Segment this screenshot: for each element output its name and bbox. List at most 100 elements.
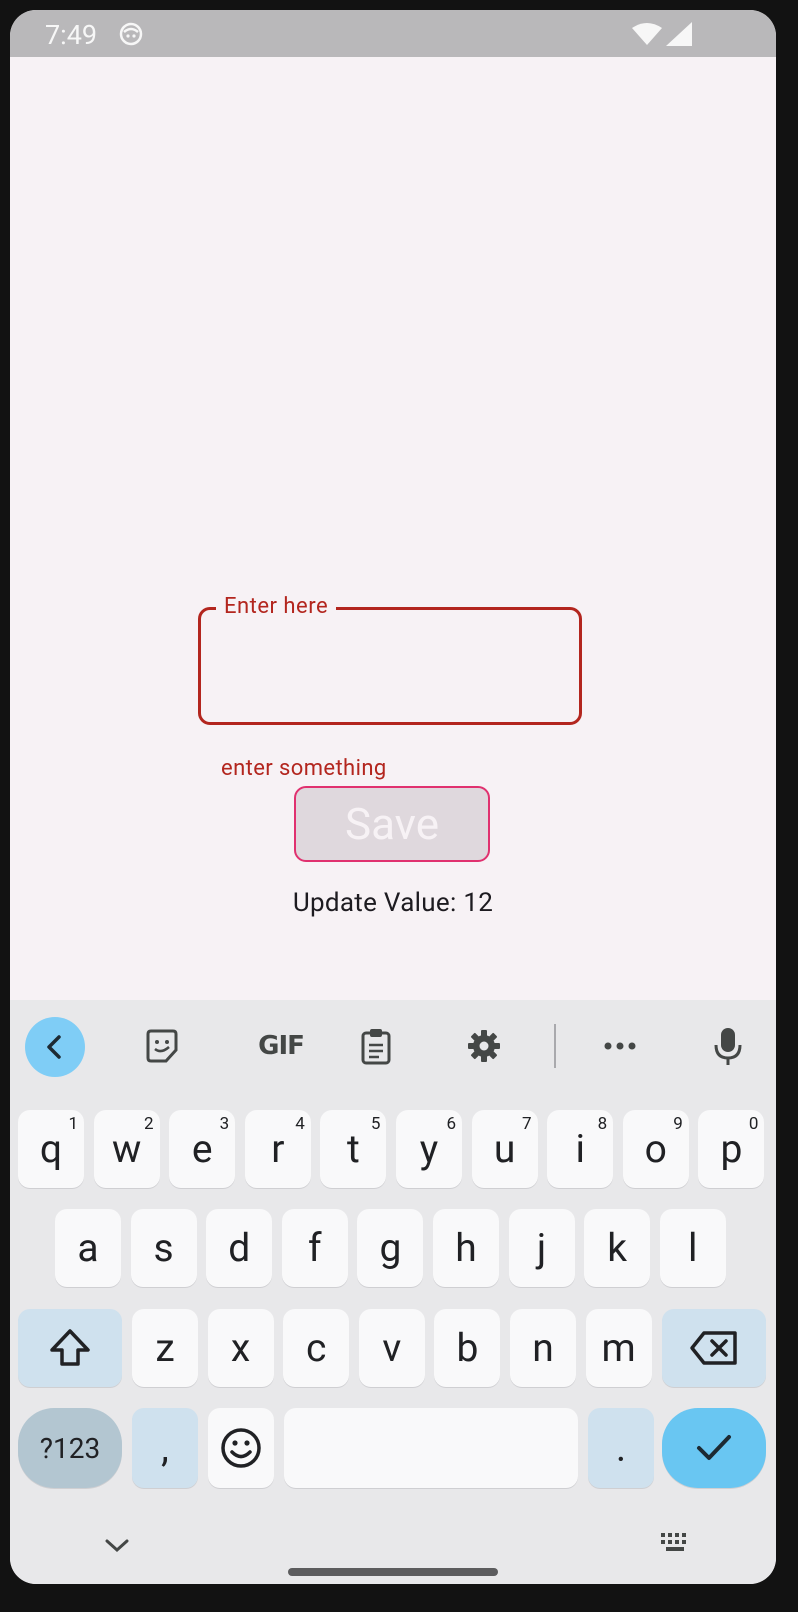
key-p[interactable]: p0	[698, 1110, 765, 1188]
check-icon	[697, 1435, 731, 1460]
key-number-hint: 7	[522, 1114, 532, 1134]
key-label: z	[155, 1325, 175, 1371]
period-key[interactable]: .	[588, 1408, 654, 1488]
text-field-label: Enter here	[216, 593, 337, 621]
key-e[interactable]: e3	[169, 1110, 236, 1188]
key-a[interactable]: a	[55, 1209, 121, 1287]
key-label: n	[532, 1325, 554, 1371]
status-time: 7:49	[45, 19, 98, 51]
sticker-button[interactable]	[140, 1024, 184, 1068]
toolbar-divider	[554, 1024, 556, 1068]
key-label: r	[271, 1126, 285, 1172]
backspace-key[interactable]	[662, 1309, 766, 1387]
key-label: w	[111, 1126, 142, 1172]
key-r[interactable]: r4	[244, 1110, 311, 1188]
key-label: v	[382, 1325, 402, 1371]
key-j[interactable]: j	[508, 1209, 575, 1287]
sticker-icon	[146, 1029, 178, 1063]
key-label: h	[455, 1225, 477, 1271]
key-label: k	[607, 1225, 628, 1271]
key-label: s	[153, 1225, 174, 1271]
key-w[interactable]: w2	[93, 1110, 160, 1188]
key-label: q	[39, 1126, 63, 1172]
key-b[interactable]: b	[434, 1309, 501, 1387]
key-x[interactable]: x	[207, 1309, 274, 1387]
key-u[interactable]: u7	[471, 1110, 538, 1188]
keyboard-back-button[interactable]	[25, 1017, 85, 1077]
hide-keyboard-chevron-icon[interactable]	[102, 1536, 132, 1556]
settings-icon	[468, 1030, 500, 1062]
key-k[interactable]: k	[584, 1209, 651, 1287]
key-s[interactable]: s	[130, 1209, 197, 1287]
error-message: enter something	[221, 756, 387, 781]
status-bar: 7:49	[10, 10, 776, 57]
enter-key[interactable]	[662, 1408, 766, 1488]
key-number-hint: 9	[673, 1114, 683, 1134]
backspace-icon	[690, 1331, 737, 1365]
gif-icon: GIF	[258, 1031, 305, 1061]
more-button[interactable]	[598, 1024, 642, 1068]
clipboard-icon	[361, 1029, 391, 1065]
update-value-text: Update Value: 12	[292, 888, 494, 918]
key-label: p	[720, 1126, 743, 1172]
key-number-hint: 2	[144, 1114, 154, 1134]
key-label: t	[347, 1126, 360, 1172]
key-label: o	[644, 1126, 667, 1172]
key-v[interactable]: v	[358, 1309, 425, 1387]
key-q[interactable]: q1	[18, 1110, 84, 1188]
phone-screen: 7:49 Enter here enter something Save Upd…	[10, 10, 776, 1584]
wifi-icon	[632, 23, 662, 45]
comma-key[interactable]: ,	[132, 1408, 198, 1488]
key-label: b	[456, 1325, 479, 1371]
key-number-hint: 3	[219, 1114, 230, 1134]
key-number-hint: 5	[370, 1114, 381, 1134]
settings-button[interactable]	[462, 1024, 506, 1068]
soft-keyboard: GIF ?123 , . q 1 w 2 e 3 r 4 t 5 y 6 u 7…	[10, 1000, 776, 1584]
key-label: y	[419, 1126, 439, 1172]
key-g[interactable]: g	[357, 1209, 424, 1287]
key-c[interactable]: c	[283, 1309, 350, 1387]
gif-button[interactable]: GIF	[246, 1024, 316, 1068]
save-button[interactable]: Save	[294, 786, 490, 862]
key-label: l	[688, 1225, 698, 1271]
key-label: j	[536, 1225, 547, 1271]
mic-icon	[714, 1028, 742, 1065]
key-label: e	[191, 1126, 213, 1172]
key-label: a	[77, 1225, 99, 1271]
emoji-icon	[221, 1428, 261, 1468]
key-h[interactable]: h	[433, 1209, 499, 1287]
gesture-handle[interactable]	[288, 1568, 498, 1576]
key-label: x	[230, 1325, 251, 1371]
emoji-key[interactable]	[208, 1408, 274, 1488]
key-z[interactable]: z	[132, 1309, 198, 1387]
signal-icon	[666, 22, 692, 46]
key-number-hint: 4	[295, 1114, 305, 1134]
key-i[interactable]: i8	[547, 1110, 614, 1188]
keyboard-switch-icon[interactable]	[660, 1532, 692, 1554]
symbols-key[interactable]: ?123	[18, 1408, 122, 1488]
key-number-hint: 6	[446, 1114, 456, 1134]
key-d[interactable]: d	[206, 1209, 273, 1287]
key-label: m	[601, 1325, 636, 1371]
key-label: u	[493, 1126, 516, 1172]
key-o[interactable]: o9	[622, 1110, 689, 1188]
shift-icon	[50, 1329, 90, 1366]
key-label: i	[575, 1126, 585, 1172]
key-n[interactable]: n	[510, 1309, 576, 1387]
key-l[interactable]: l	[659, 1209, 726, 1287]
mic-button[interactable]	[706, 1024, 750, 1068]
more-icon	[604, 1042, 636, 1050]
key-label: g	[379, 1225, 402, 1271]
key-number-hint: 1	[68, 1114, 78, 1134]
app-notification-icon	[119, 22, 143, 46]
key-y[interactable]: y6	[396, 1110, 462, 1188]
shift-key[interactable]	[18, 1309, 122, 1387]
space-key[interactable]	[284, 1408, 578, 1488]
key-number-hint: 8	[597, 1114, 608, 1134]
key-f[interactable]: f	[281, 1209, 348, 1287]
key-t[interactable]: t5	[320, 1110, 387, 1188]
key-m[interactable]: m	[585, 1309, 652, 1387]
clipboard-button[interactable]	[354, 1024, 398, 1068]
text-input[interactable]	[210, 640, 572, 692]
key-label: d	[228, 1225, 251, 1271]
